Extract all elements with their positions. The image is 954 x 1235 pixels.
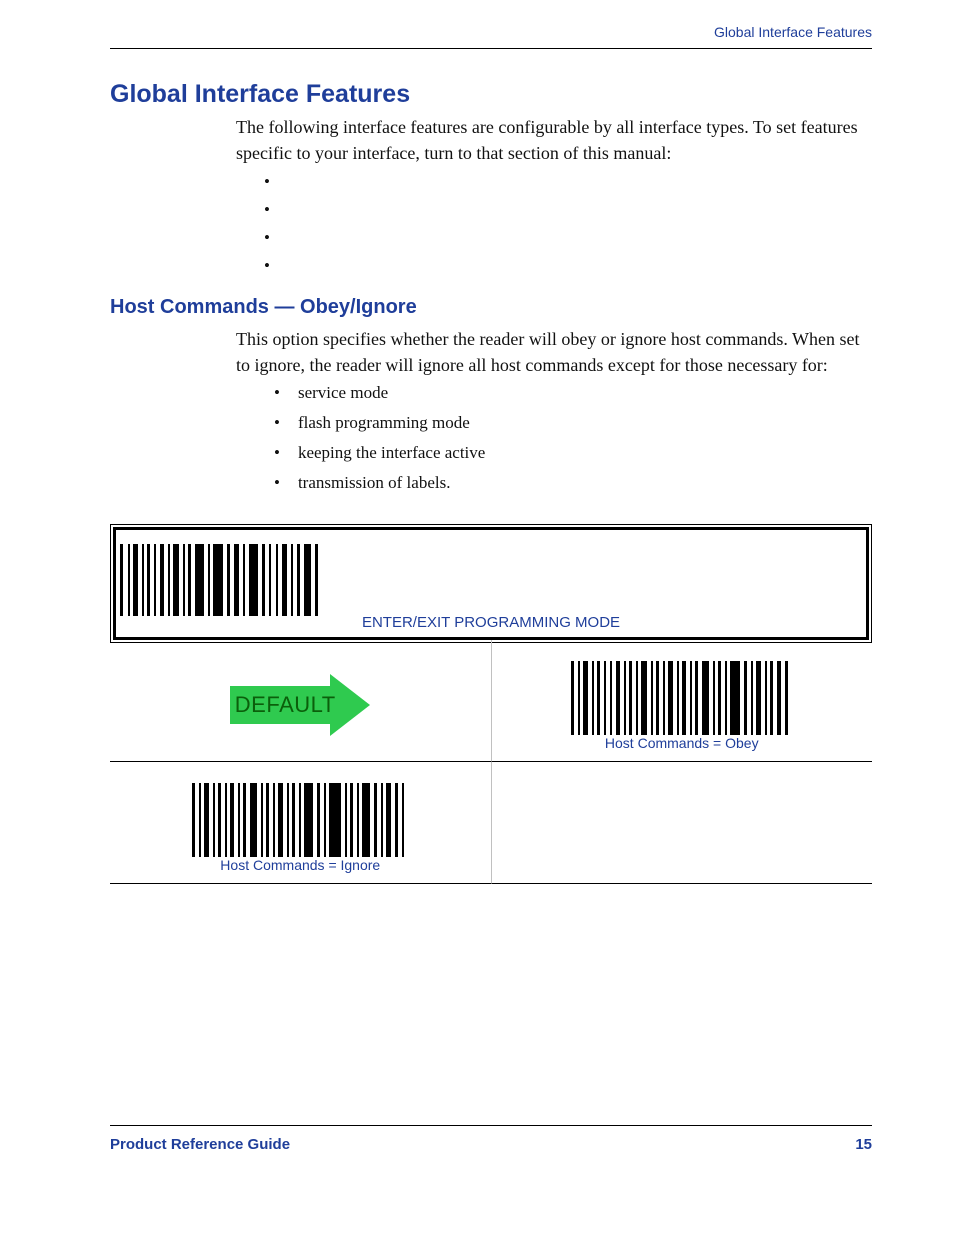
list-item: keeping the interface active bbox=[274, 438, 485, 468]
default-arrow-label: DEFAULT bbox=[230, 686, 340, 724]
feature-list: service mode flash programming mode keep… bbox=[274, 378, 485, 498]
barcode-grid: DEFAULT bbox=[110, 640, 872, 884]
list-item bbox=[264, 168, 270, 196]
empty-cell bbox=[491, 762, 873, 884]
list-item: service mode bbox=[274, 378, 485, 408]
list-item bbox=[264, 252, 270, 280]
barcode-enter-exit bbox=[116, 542, 866, 618]
section-heading: Host Commands — Obey/Ignore bbox=[110, 296, 417, 319]
barcode-label: ENTER/EXIT PROGRAMMING MODE bbox=[116, 614, 866, 631]
programming-mode-box: ENTER/EXIT PROGRAMMING MODE bbox=[110, 524, 872, 643]
barcode-label: Host Commands = Obey bbox=[605, 735, 759, 751]
running-header: Global Interface Features bbox=[714, 24, 872, 40]
list-item bbox=[264, 224, 270, 252]
footer-page-number: 15 bbox=[855, 1136, 872, 1153]
header-rule bbox=[110, 48, 872, 49]
obey-cell: Host Commands = Obey bbox=[491, 640, 873, 762]
list-item: transmission of labels. bbox=[274, 468, 485, 498]
default-cell: DEFAULT bbox=[110, 640, 491, 762]
barcode-obey bbox=[567, 659, 797, 737]
section-paragraph: This option specifies whether the reader… bbox=[236, 326, 872, 378]
barcode-ignore bbox=[188, 781, 413, 859]
intro-paragraph: The following interface features are con… bbox=[236, 114, 872, 166]
default-arrow-icon: DEFAULT bbox=[230, 674, 370, 736]
footer-rule bbox=[110, 1125, 872, 1126]
ignore-cell: Host Commands = Ignore bbox=[110, 762, 491, 884]
page-title: Global Interface Features bbox=[110, 80, 410, 109]
list-item bbox=[264, 196, 270, 224]
empty-bullet-list bbox=[264, 168, 270, 280]
barcode-label: Host Commands = Ignore bbox=[220, 857, 380, 873]
list-item: flash programming mode bbox=[274, 408, 485, 438]
page-footer: Product Reference Guide 15 bbox=[110, 1136, 872, 1153]
footer-guide-title: Product Reference Guide bbox=[110, 1136, 290, 1153]
